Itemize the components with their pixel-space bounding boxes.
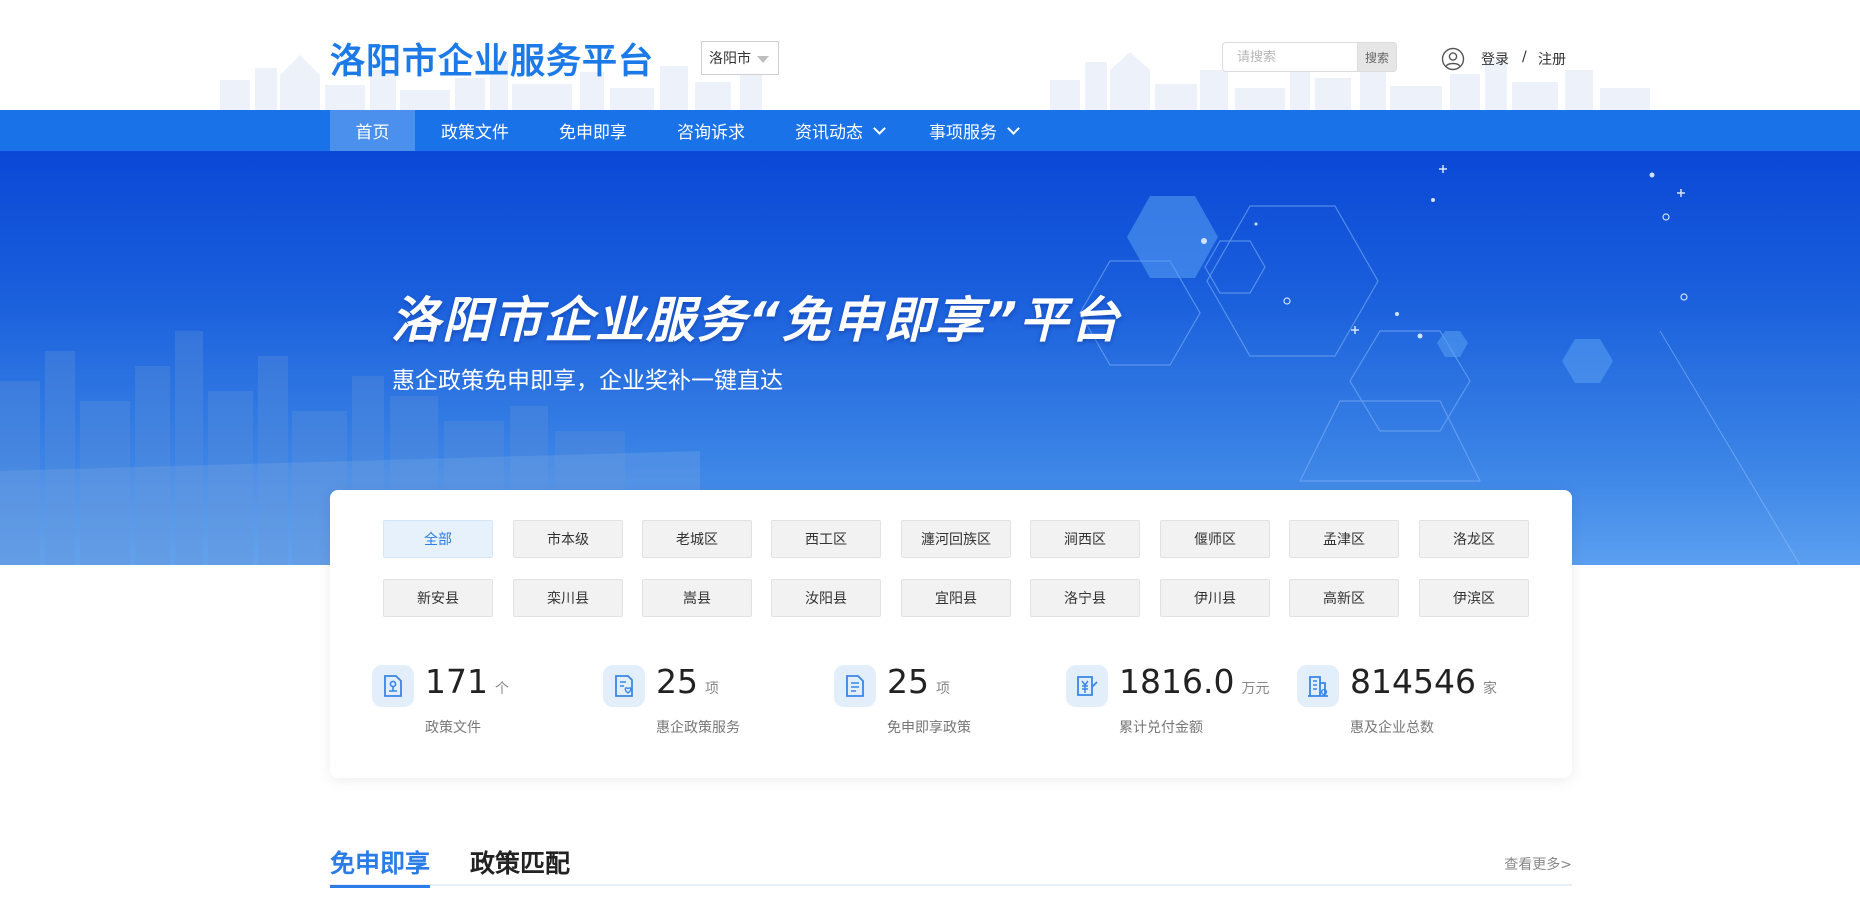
stat-exemption-policies[interactable]: 25 项 免申即享政策 <box>834 662 1044 736</box>
nav-item-policy-files[interactable]: 政策文件 <box>441 110 509 151</box>
nav-item-services[interactable]: 事项服务 <box>929 110 1020 151</box>
stat-policy-files[interactable]: 171 个 政策文件 <box>372 662 582 736</box>
nav-item-label: 咨询诉求 <box>677 123 745 143</box>
caret-down-icon <box>757 56 769 63</box>
stat-total-enterprises[interactable]: 814546 家 惠及企业总数 <box>1297 662 1507 736</box>
user-avatar-icon[interactable] <box>1441 47 1465 71</box>
list-document-icon <box>834 665 876 707</box>
enterprise-building-icon <box>1297 665 1339 707</box>
chevron-down-icon <box>1007 121 1020 135</box>
district-yanshi[interactable]: 偃师区 <box>1160 520 1270 558</box>
nav-item-news[interactable]: 资讯动态 <box>795 110 886 151</box>
district-gaoxin[interactable]: 高新区 <box>1289 579 1399 617</box>
stat-value: 25 项 <box>887 662 950 701</box>
district-ruyang[interactable]: 汝阳县 <box>771 579 881 617</box>
city-dropdown[interactable]: 洛阳市 <box>701 41 779 75</box>
nav-item-home[interactable]: 首页 <box>330 110 415 151</box>
district-city-level[interactable]: 市本级 <box>513 520 623 558</box>
stat-value: 171 个 <box>425 662 509 701</box>
auth-separator: / <box>1522 49 1527 65</box>
nav-item-consultation[interactable]: 咨询诉求 <box>677 110 745 151</box>
stat-label: 累计兑付金额 <box>1119 720 1203 736</box>
search-input[interactable] <box>1222 42 1357 72</box>
stat-label: 免申即享政策 <box>887 720 971 736</box>
district-all[interactable]: 全部 <box>383 520 493 558</box>
heart-document-icon <box>603 665 645 707</box>
stat-value: 25 项 <box>656 662 719 701</box>
banner-subtitle: 惠企政策免申即享，企业奖补一键直达 <box>392 368 783 394</box>
banner-title: 洛阳市企业服务“免申即享”平台 <box>391 292 1122 349</box>
stat-preferential-services[interactable]: 25 项 惠企政策服务 <box>603 662 813 736</box>
district-xigong[interactable]: 西工区 <box>771 520 881 558</box>
stat-value: 814546 家 <box>1350 662 1497 701</box>
login-link[interactable]: 登录 <box>1481 49 1509 69</box>
district-laocheng[interactable]: 老城区 <box>642 520 752 558</box>
district-yibin[interactable]: 伊滨区 <box>1419 579 1529 617</box>
stat-label: 政策文件 <box>425 720 481 736</box>
nav-item-label: 免申即享 <box>559 123 627 143</box>
district-chanhe[interactable]: 瀍河回族区 <box>901 520 1011 558</box>
district-yiyang[interactable]: 宜阳县 <box>901 579 1011 617</box>
stat-label: 惠企政策服务 <box>656 720 740 736</box>
nav-item-label: 政策文件 <box>441 123 509 143</box>
district-xinan[interactable]: 新安县 <box>383 579 493 617</box>
tabs-divider <box>330 884 1572 886</box>
stat-label: 惠及企业总数 <box>1350 720 1434 736</box>
district-luanchuan[interactable]: 栾川县 <box>513 579 623 617</box>
view-more-link[interactable]: 查看更多> <box>1504 854 1572 874</box>
yuan-payment-icon <box>1066 665 1108 707</box>
search-button[interactable]: 搜索 <box>1357 42 1397 72</box>
nav-item-label: 事项服务 <box>929 123 997 143</box>
district-yichuan[interactable]: 伊川县 <box>1160 579 1270 617</box>
district-songxian[interactable]: 嵩县 <box>642 579 752 617</box>
nav-item-exemption[interactable]: 免申即享 <box>559 110 627 151</box>
stat-total-payment[interactable]: 1816.0 万元 累计兑付金额 <box>1066 662 1276 736</box>
tab-exemption[interactable]: 免申即享 <box>330 844 431 888</box>
site-logo[interactable]: 洛阳市企业服务平台 <box>330 33 654 84</box>
policy-document-icon <box>372 665 414 707</box>
district-jianxi[interactable]: 涧西区 <box>1030 520 1140 558</box>
register-link[interactable]: 注册 <box>1538 49 1566 69</box>
site-header: 洛阳市企业服务平台 洛阳市 搜索 登录 / 注册 <box>0 0 1860 110</box>
stat-value: 1816.0 万元 <box>1119 662 1270 701</box>
tab-policy-matching[interactable]: 政策匹配 <box>470 844 570 880</box>
nav-item-label: 资讯动态 <box>795 123 863 143</box>
nav-item-label: 首页 <box>355 123 390 143</box>
chevron-down-icon <box>873 121 886 135</box>
district-luoning[interactable]: 洛宁县 <box>1030 579 1140 617</box>
main-nav: 首页 政策文件 免申即享 咨询诉求 资讯动态 事项服务 <box>0 110 1860 151</box>
city-dropdown-value: 洛阳市 <box>709 51 751 67</box>
district-luolong[interactable]: 洛龙区 <box>1419 520 1529 558</box>
district-mengjin[interactable]: 孟津区 <box>1289 520 1399 558</box>
